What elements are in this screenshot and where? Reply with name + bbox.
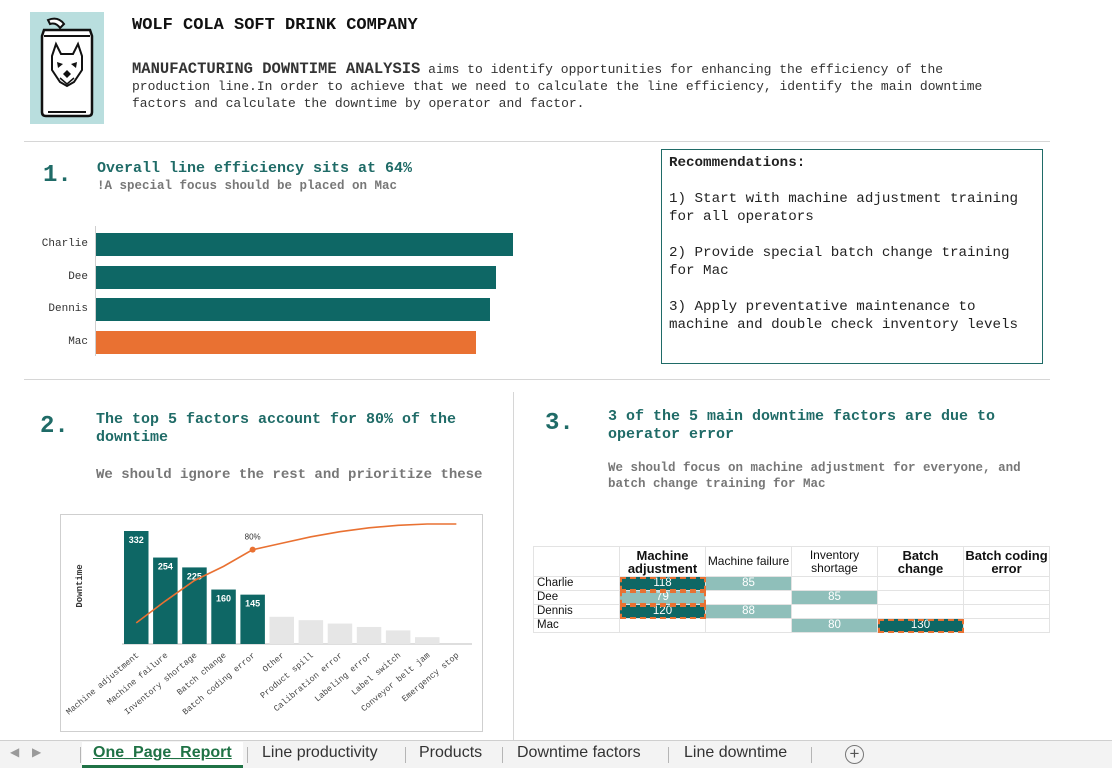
section1-heading: Overall line efficiency sits at 64%: [97, 160, 413, 177]
operator-label: Charlie: [41, 238, 88, 250]
intro-paragraph: MANUFACTURING DOWNTIME ANALYSIS aims to …: [132, 61, 1012, 112]
pareto-y-axis-label: Downtime: [75, 564, 85, 607]
section2-number: 2.: [40, 413, 69, 440]
pareto-bar: [327, 623, 353, 644]
table-corner-cell: [533, 546, 620, 577]
table-cell: [705, 618, 792, 633]
section2-subheading: We should ignore the rest and prioritize…: [96, 467, 483, 483]
wolf-can-icon: [40, 17, 94, 118]
section3-heading: 3 of the 5 main downtime factors are due…: [608, 408, 996, 443]
company-logo: [30, 12, 104, 124]
pareto-bar-value: 254: [158, 562, 173, 572]
tab-line-downtime[interactable]: Line downtime: [684, 742, 787, 768]
recommendations-title: Recommendations:: [669, 155, 806, 171]
tab-separator: [405, 747, 406, 763]
table-cell: 85: [705, 576, 792, 591]
pareto-bar: [124, 531, 149, 644]
downtime-by-operator-table: Machine adjustment Machine failure Inven…: [533, 546, 1050, 633]
table-cell: 88: [705, 604, 792, 619]
table-row: Charlie 118 85: [533, 576, 1050, 591]
table-cell: [963, 576, 1050, 591]
tab-products[interactable]: Products: [419, 742, 482, 768]
pareto-bar-value: 160: [216, 594, 231, 604]
table-column-header: Machine adjustment: [619, 546, 706, 577]
table-cell: [877, 590, 964, 605]
operator-efficiency-bar: [96, 233, 513, 256]
table-cell: [963, 604, 1050, 619]
operator-name: Dennis: [533, 604, 620, 619]
divider-top: [24, 141, 1050, 142]
add-sheet-icon[interactable]: +: [845, 745, 864, 764]
table-cell: [963, 618, 1050, 633]
table-cell: [791, 576, 878, 591]
table-cell: 80: [791, 618, 878, 633]
table-cell: [705, 590, 792, 605]
tab-separator: [502, 747, 503, 763]
section1-number: 1.: [43, 162, 72, 189]
table-cell: [877, 576, 964, 591]
section1-subheading: !A special focus should be placed on Mac: [97, 179, 398, 193]
recommendations-box: Recommendations: 1) Start with machine a…: [661, 149, 1043, 364]
pareto-80-label: 80%: [245, 533, 261, 542]
divider-middle: [24, 379, 1050, 380]
divider-vertical: [513, 392, 514, 740]
pareto-category-label: Other: [261, 651, 287, 675]
recommendation-item: 3) Apply preventative maintenance to mac…: [669, 299, 1019, 333]
table-cell: [877, 604, 964, 619]
table-cell: 120: [619, 604, 706, 619]
tab-separator: [811, 747, 812, 763]
operator-efficiency-bar: [96, 265, 496, 289]
pareto-bar: [298, 620, 324, 644]
table-row: Dennis 120 88: [533, 604, 1050, 619]
operator-efficiency-bar: [96, 298, 490, 321]
pareto-bar: [269, 616, 294, 644]
tab-separator: [247, 747, 248, 763]
company-title: WOLF COLA SOFT DRINK COMPANY: [132, 16, 418, 35]
pareto-bar-value: 145: [245, 599, 260, 609]
section3-number: 3.: [545, 410, 574, 437]
table-cell: [791, 604, 878, 619]
sheet-tab-bar: ◀ ▶ One_Page_Report Line productivity Pr…: [0, 740, 1112, 768]
scroll-left-icon[interactable]: ◀: [10, 745, 19, 759]
table-column-header: Batch change: [877, 546, 964, 577]
operator-name: Dee: [533, 590, 620, 605]
tab-one-page-report[interactable]: One_Page_Report: [82, 742, 243, 768]
operator-label: Dennis: [48, 303, 88, 315]
operator-efficiency-bar: [96, 330, 476, 354]
recommendation-item: 2) Provide special batch change training…: [669, 245, 1010, 279]
tab-line-productivity[interactable]: Line productivity: [262, 742, 378, 768]
table-cell: 118: [619, 576, 706, 591]
pareto-bar: [415, 637, 440, 644]
pareto-chart: Downtime332Machine adjustment254Machine …: [64, 523, 472, 717]
section3-subheading: We should focus on machine adjustment fo…: [608, 461, 1021, 491]
pareto-bar: [356, 626, 382, 644]
table-cell: 130: [877, 618, 964, 633]
table-row: Mac 80 130: [533, 618, 1050, 633]
scroll-right-icon[interactable]: ▶: [32, 745, 41, 759]
table-cell: 85: [791, 590, 878, 605]
table-row: Dee 79 85: [533, 590, 1050, 605]
table-cell: [963, 590, 1050, 605]
operator-name: Mac: [533, 618, 620, 633]
recommendation-item: 1) Start with machine adjustment trainin…: [669, 191, 1019, 225]
tab-separator: [80, 747, 81, 763]
table-cell: [619, 618, 706, 633]
pareto-bar: [385, 630, 411, 644]
operator-name: Charlie: [533, 576, 620, 591]
pareto-80-marker: [249, 546, 256, 553]
table-column-header: Machine failure: [705, 546, 792, 577]
table-cell: 79: [619, 590, 706, 605]
intro-title: MANUFACTURING DOWNTIME ANALYSIS: [132, 60, 421, 78]
tab-separator: [668, 747, 669, 763]
operator-label: Dee: [68, 270, 88, 283]
table-header-row: Machine adjustment Machine failure Inven…: [533, 546, 1050, 577]
table-column-header: Batch coding error: [963, 546, 1050, 577]
tab-downtime-factors[interactable]: Downtime factors: [517, 742, 641, 768]
table-column-header: Inventory shortage: [791, 546, 878, 577]
pareto-bar-value: 332: [129, 535, 144, 545]
section2-heading: The top 5 factors account for 80% of the…: [96, 411, 457, 446]
operator-label: Mac: [68, 335, 88, 348]
